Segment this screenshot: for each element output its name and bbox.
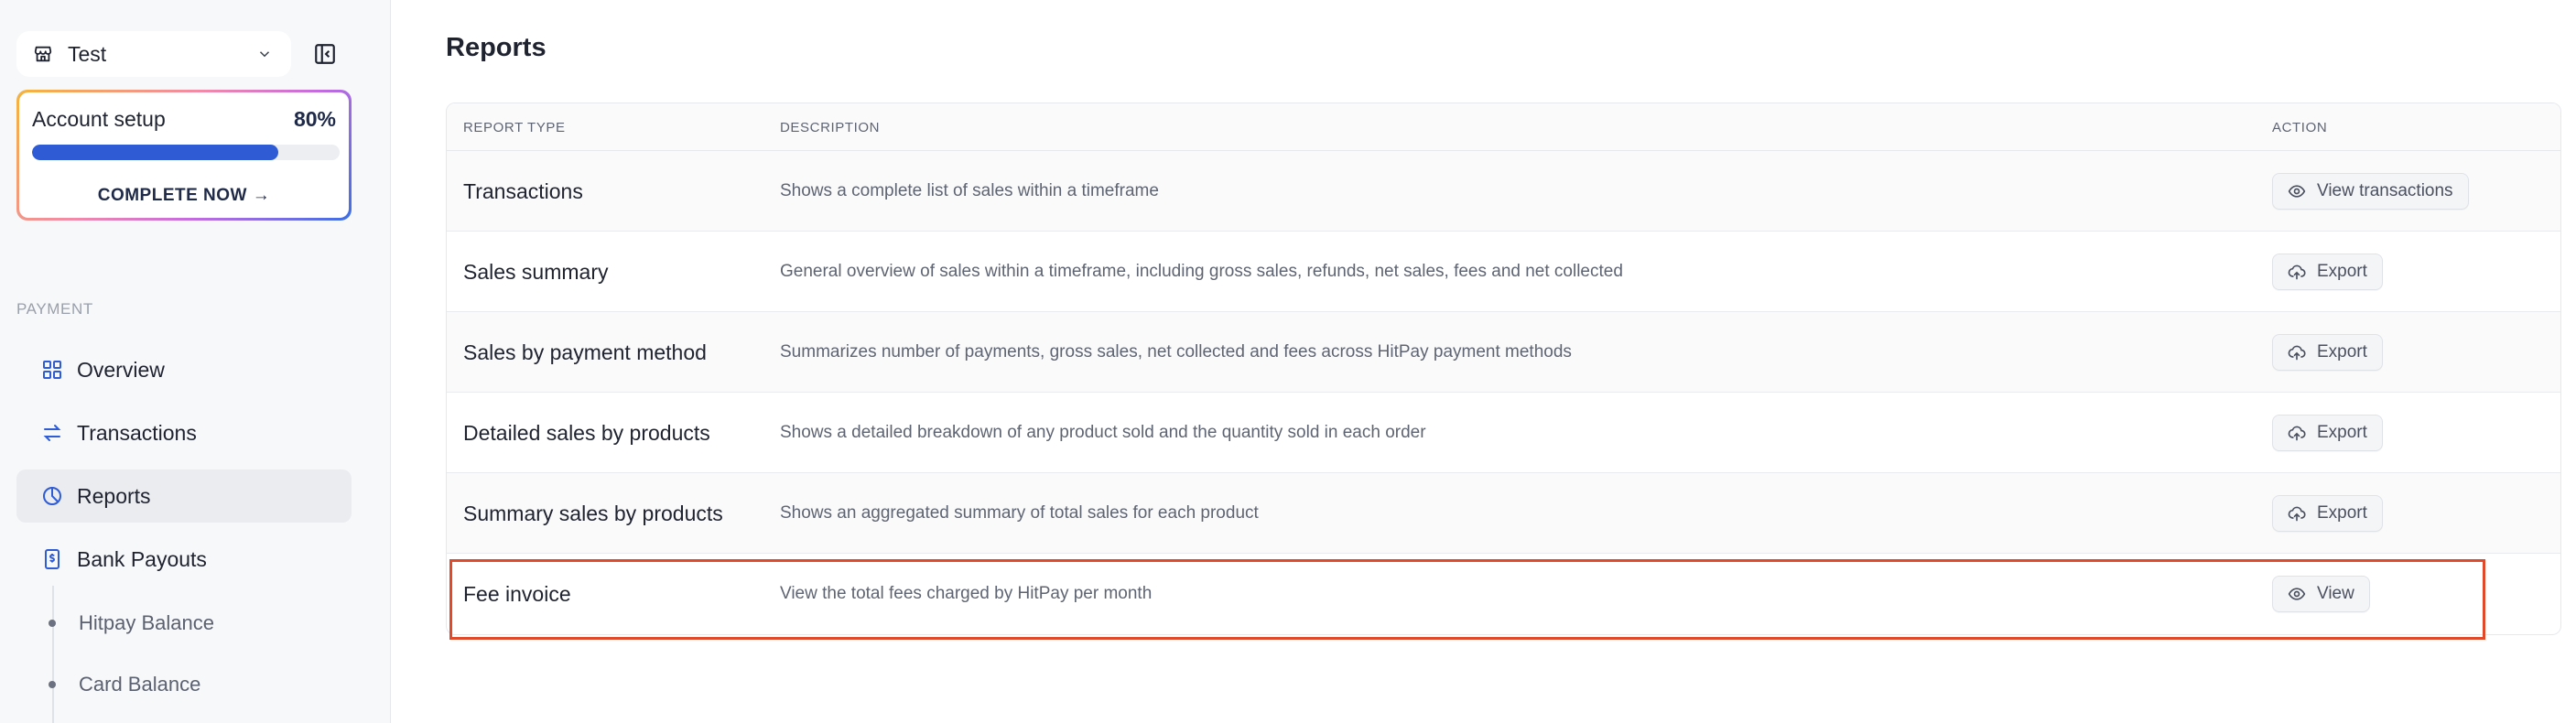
cloud-upload-icon (2288, 263, 2306, 281)
report-type: Sales summary (463, 260, 609, 284)
sidebar-item-bank-payouts[interactable]: Bank Payouts (16, 533, 352, 586)
account-setup-title: Account setup (32, 107, 166, 131)
reports-table: REPORT TYPE DESCRIPTION ACTION Transacti… (446, 103, 2561, 635)
cloud-upload-icon (2288, 424, 2306, 442)
column-header-report-type: REPORT TYPE (463, 120, 566, 135)
swap-arrows-icon (40, 421, 64, 445)
complete-now-link[interactable]: COMPLETE NOW → (19, 186, 349, 206)
eye-icon (2288, 182, 2306, 200)
report-type: Transactions (463, 179, 583, 203)
store-name: Test (68, 41, 107, 66)
section-label-payment: PAYMENT (16, 300, 93, 318)
page-title: Reports (446, 33, 547, 62)
sidebar-item-transactions[interactable]: Transactions (16, 406, 352, 459)
column-header-action: ACTION (2272, 120, 2328, 135)
store-selector[interactable]: Test (16, 31, 291, 77)
sidebar-subitem-hitpay-balance[interactable]: Hitpay Balance (46, 605, 214, 642)
cloud-upload-icon (2288, 504, 2306, 523)
sidebar-item-label: Transactions (77, 420, 197, 445)
sidebar-subitem-label: Card Balance (79, 673, 201, 696)
table-row: Summary sales by products Shows an aggre… (447, 473, 2560, 554)
sidebar-item-label: Bank Payouts (77, 546, 207, 571)
eye-icon (2288, 585, 2306, 603)
view-transactions-button[interactable]: View transactions (2272, 173, 2469, 210)
action-label: View transactions (2317, 181, 2453, 200)
sidebar-subitem-card-balance[interactable]: Card Balance (46, 666, 200, 703)
table-body: Transactions Shows a complete list of sa… (447, 151, 2560, 634)
action-label: Export (2317, 503, 2367, 523)
column-header-description: DESCRIPTION (780, 120, 881, 135)
report-type: Sales by payment method (463, 340, 707, 364)
account-setup-percent: 80% (293, 107, 336, 131)
sidebar-item-overview[interactable]: Overview (16, 343, 352, 396)
action-label: View (2317, 584, 2354, 603)
account-setup-progress (32, 145, 340, 160)
table-row: Detailed sales by products Shows a detai… (447, 393, 2560, 473)
report-description: View the total fees charged by HitPay pe… (780, 584, 1153, 603)
sidebar: Test Account setup 80% COMPLETE NOW → PA… (0, 0, 391, 723)
report-description: General overview of sales within a timef… (780, 262, 1623, 281)
grid-icon (40, 358, 64, 382)
bullet-dot (49, 620, 56, 627)
sidebar-subitem-label: Hitpay Balance (79, 611, 214, 634)
view-button[interactable]: View (2272, 576, 2370, 612)
export-button[interactable]: Export (2272, 495, 2383, 532)
table-row: Fee invoice View the total fees charged … (447, 554, 2560, 634)
report-type: Summary sales by products (463, 502, 723, 525)
export-button[interactable]: Export (2272, 334, 2383, 371)
report-description: Shows a detailed breakdown of any produc… (780, 423, 1426, 442)
action-label: Export (2317, 342, 2367, 362)
report-type: Detailed sales by products (463, 421, 710, 445)
cloud-upload-icon (2288, 343, 2306, 362)
account-setup-card: Account setup 80% COMPLETE NOW → (16, 90, 352, 221)
chevron-down-icon (256, 45, 275, 63)
store-icon (33, 44, 53, 64)
table-header: REPORT TYPE DESCRIPTION ACTION (447, 103, 2560, 151)
action-label: Export (2317, 423, 2367, 442)
report-description: Shows an aggregated summary of total sal… (780, 503, 1259, 523)
sidebar-item-label: Overview (77, 357, 165, 382)
report-description: Summarizes number of payments, gross sal… (780, 342, 1572, 362)
sidebar-collapse-icon[interactable] (311, 40, 339, 68)
action-label: Export (2317, 262, 2367, 281)
table-row: Transactions Shows a complete list of sa… (447, 151, 2560, 232)
export-button[interactable]: Export (2272, 254, 2383, 290)
pie-chart-icon (40, 484, 64, 508)
table-row: Sales by payment method Summarizes numbe… (447, 312, 2560, 393)
bullet-dot (49, 681, 56, 688)
sidebar-item-label: Reports (77, 483, 151, 508)
report-description: Shows a complete list of sales within a … (780, 181, 1159, 200)
progress-fill (32, 145, 278, 160)
export-button[interactable]: Export (2272, 415, 2383, 451)
sidebar-item-reports[interactable]: Reports (16, 469, 352, 523)
report-type: Fee invoice (463, 582, 571, 606)
table-row: Sales summary General overview of sales … (447, 232, 2560, 312)
bank-dollar-icon (40, 547, 64, 571)
